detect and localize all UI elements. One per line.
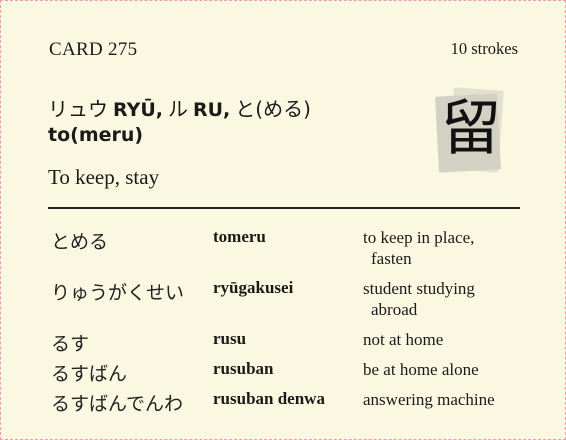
- vocab-romaji: tomeru: [213, 227, 266, 246]
- vocab-meaning-line-1: student studying: [363, 279, 475, 298]
- divider: [48, 207, 520, 209]
- card-number: CARD 275: [49, 39, 138, 60]
- kun-reading-kana: と(める): [235, 97, 311, 121]
- kanji-display: 留: [433, 87, 513, 173]
- kun-reading-romaji: to(meru): [48, 124, 144, 146]
- vocab-kana: るす: [51, 333, 90, 355]
- vocab-romaji: rusuban: [213, 359, 274, 378]
- vocab-meaning-line-2: abroad: [371, 300, 418, 319]
- vocab-kana: りゅうがくせい: [51, 282, 185, 304]
- vocab-meaning: be at home alone: [363, 360, 479, 379]
- kanji-flashcard: CARD 275 10 strokes リュウ RYŪ, ル RU, と(める)…: [0, 0, 566, 440]
- stroke-count: 10 strokes: [450, 39, 518, 58]
- on-reading-kana-1: リュウ: [48, 97, 108, 121]
- on-reading-romaji-1: RYŪ,: [113, 99, 163, 121]
- vocab-meaning: not at home: [363, 330, 444, 349]
- vocab-romaji: ryūgakusei: [213, 278, 294, 297]
- vocab-meaning-line-1: to keep in place,: [363, 228, 475, 247]
- on-reading-romaji-2: RU,: [193, 99, 231, 121]
- vocab-kana: るすばん: [51, 363, 128, 385]
- on-reading-kana-2: ル: [168, 97, 188, 121]
- vocab-romaji: rusu: [213, 329, 247, 348]
- vocab-kana: とめる: [51, 231, 109, 253]
- vocab-meaning: answering machine: [363, 390, 495, 409]
- vocab-romaji: rusuban denwa: [213, 389, 325, 408]
- kanji-character: 留: [441, 94, 501, 164]
- vocab-kana: るすばんでんわ: [51, 393, 184, 415]
- vocab-meaning: student studying abroad: [363, 278, 533, 320]
- vocab-meaning-line-2: fasten: [371, 249, 412, 268]
- readings-line: リュウ RYŪ, ル RU, と(める): [48, 93, 311, 122]
- vocab-meaning: to keep in place, fasten: [363, 227, 533, 269]
- kanji-meaning: To keep, stay: [48, 165, 160, 189]
